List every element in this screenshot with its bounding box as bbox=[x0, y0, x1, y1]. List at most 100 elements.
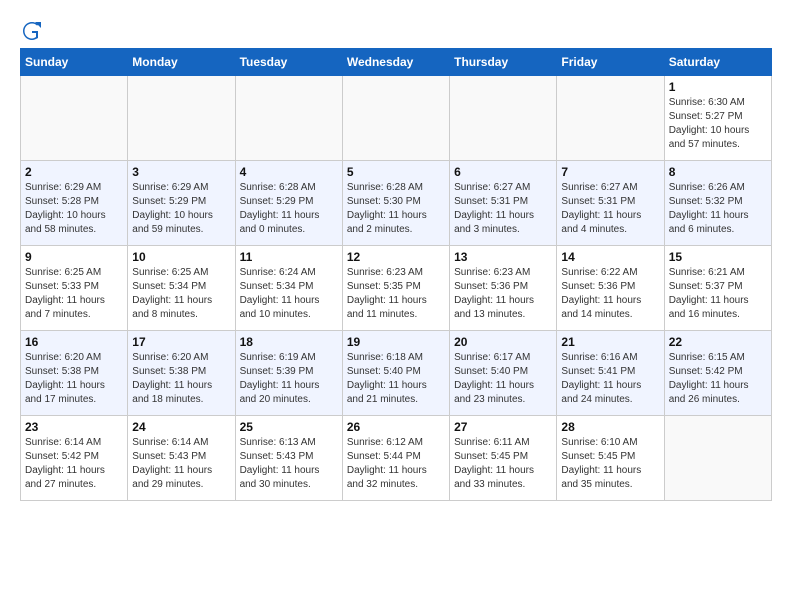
day-info: Sunrise: 6:18 AM Sunset: 5:40 PM Dayligh… bbox=[347, 351, 445, 407]
logo bbox=[20, 20, 44, 38]
calendar-cell: 2 Sunrise: 6:29 AM Sunset: 5:28 PM Daylig… bbox=[21, 161, 128, 246]
day-info: Sunrise: 6:14 AM Sunset: 5:42 PM Dayligh… bbox=[25, 436, 123, 492]
calendar-week-row: 9 Sunrise: 6:25 AM Sunset: 5:33 PM Daylig… bbox=[21, 246, 772, 331]
calendar-cell: 20 Sunrise: 6:17 AM Sunset: 5:40 PM Dayli… bbox=[450, 331, 557, 416]
calendar-cell: 23 Sunrise: 6:14 AM Sunset: 5:42 PM Dayli… bbox=[21, 416, 128, 501]
day-number: 14 bbox=[561, 250, 659, 264]
day-info: Sunrise: 6:14 AM Sunset: 5:43 PM Dayligh… bbox=[132, 436, 230, 492]
day-info: Sunrise: 6:24 AM Sunset: 5:34 PM Dayligh… bbox=[240, 266, 338, 322]
calendar-week-row: 16 Sunrise: 6:20 AM Sunset: 5:38 PM Dayli… bbox=[21, 331, 772, 416]
calendar-week-row: 2 Sunrise: 6:29 AM Sunset: 5:28 PM Daylig… bbox=[21, 161, 772, 246]
day-info: Sunrise: 6:28 AM Sunset: 5:29 PM Dayligh… bbox=[240, 181, 338, 237]
day-info: Sunrise: 6:30 AM Sunset: 5:27 PM Dayligh… bbox=[669, 96, 767, 152]
calendar-cell: 10 Sunrise: 6:25 AM Sunset: 5:34 PM Dayli… bbox=[128, 246, 235, 331]
calendar-cell: 26 Sunrise: 6:12 AM Sunset: 5:44 PM Dayli… bbox=[342, 416, 449, 501]
calendar-cell: 18Sunrise: 6:19 AM Sunset: 5:39 PM Dayli… bbox=[235, 331, 342, 416]
calendar-cell: 11 Sunrise: 6:24 AM Sunset: 5:34 PM Dayli… bbox=[235, 246, 342, 331]
calendar-week-row: 23 Sunrise: 6:14 AM Sunset: 5:42 PM Dayli… bbox=[21, 416, 772, 501]
calendar-cell: 9 Sunrise: 6:25 AM Sunset: 5:33 PM Daylig… bbox=[21, 246, 128, 331]
calendar-cell: 13 Sunrise: 6:23 AM Sunset: 5:36 PM Dayli… bbox=[450, 246, 557, 331]
day-number: 20 bbox=[454, 335, 552, 349]
calendar-cell bbox=[128, 76, 235, 161]
day-number: 3 bbox=[132, 165, 230, 179]
day-number: 23 bbox=[25, 420, 123, 434]
calendar-cell: 7 Sunrise: 6:27 AM Sunset: 5:31 PM Daylig… bbox=[557, 161, 664, 246]
calendar-cell: 8 Sunrise: 6:26 AM Sunset: 5:32 PM Daylig… bbox=[664, 161, 771, 246]
weekday-header-sunday: Sunday bbox=[21, 49, 128, 76]
calendar-table: SundayMondayTuesdayWednesdayThursdayFrid… bbox=[20, 48, 772, 501]
calendar-cell bbox=[557, 76, 664, 161]
calendar-cell: 21 Sunrise: 6:16 AM Sunset: 5:41 PM Dayli… bbox=[557, 331, 664, 416]
day-info: Sunrise: 6:20 AM Sunset: 5:38 PM Dayligh… bbox=[132, 351, 230, 407]
calendar-cell: 6 Sunrise: 6:27 AM Sunset: 5:31 PM Daylig… bbox=[450, 161, 557, 246]
day-info: Sunrise: 6:13 AM Sunset: 5:43 PM Dayligh… bbox=[240, 436, 338, 492]
day-info: Sunrise: 6:29 AM Sunset: 5:29 PM Dayligh… bbox=[132, 181, 230, 237]
weekday-header-thursday: Thursday bbox=[450, 49, 557, 76]
day-info: Sunrise: 6:20 AM Sunset: 5:38 PM Dayligh… bbox=[25, 351, 123, 407]
weekday-header-tuesday: Tuesday bbox=[235, 49, 342, 76]
day-number: 15 bbox=[669, 250, 767, 264]
day-number: 12 bbox=[347, 250, 445, 264]
day-number: 19 bbox=[347, 335, 445, 349]
day-info: Sunrise: 6:25 AM Sunset: 5:33 PM Dayligh… bbox=[25, 266, 123, 322]
calendar-cell: 3 Sunrise: 6:29 AM Sunset: 5:29 PM Daylig… bbox=[128, 161, 235, 246]
day-number: 9 bbox=[25, 250, 123, 264]
calendar-cell: 4 Sunrise: 6:28 AM Sunset: 5:29 PM Daylig… bbox=[235, 161, 342, 246]
day-number: 11 bbox=[240, 250, 338, 264]
calendar-cell: 22 Sunrise: 6:15 AM Sunset: 5:42 PM Dayli… bbox=[664, 331, 771, 416]
weekday-header-saturday: Saturday bbox=[664, 49, 771, 76]
day-number: 6 bbox=[454, 165, 552, 179]
day-info: Sunrise: 6:23 AM Sunset: 5:35 PM Dayligh… bbox=[347, 266, 445, 322]
calendar-cell: 14Sunrise: 6:22 AM Sunset: 5:36 PM Dayli… bbox=[557, 246, 664, 331]
day-number: 17 bbox=[132, 335, 230, 349]
day-number: 26 bbox=[347, 420, 445, 434]
calendar-cell bbox=[342, 76, 449, 161]
calendar-cell: 16 Sunrise: 6:20 AM Sunset: 5:38 PM Dayli… bbox=[21, 331, 128, 416]
day-info: Sunrise: 6:25 AM Sunset: 5:34 PM Dayligh… bbox=[132, 266, 230, 322]
weekday-header-monday: Monday bbox=[128, 49, 235, 76]
calendar-cell: 24Sunrise: 6:14 AM Sunset: 5:43 PM Dayli… bbox=[128, 416, 235, 501]
weekday-header-wednesday: Wednesday bbox=[342, 49, 449, 76]
calendar-cell bbox=[664, 416, 771, 501]
calendar-cell bbox=[450, 76, 557, 161]
day-info: Sunrise: 6:11 AM Sunset: 5:45 PM Dayligh… bbox=[454, 436, 552, 492]
calendar-cell: 12 Sunrise: 6:23 AM Sunset: 5:35 PM Dayli… bbox=[342, 246, 449, 331]
day-info: Sunrise: 6:27 AM Sunset: 5:31 PM Dayligh… bbox=[561, 181, 659, 237]
day-number: 10 bbox=[132, 250, 230, 264]
day-number: 2 bbox=[25, 165, 123, 179]
day-info: Sunrise: 6:17 AM Sunset: 5:40 PM Dayligh… bbox=[454, 351, 552, 407]
calendar-cell: 5 Sunrise: 6:28 AM Sunset: 5:30 PM Daylig… bbox=[342, 161, 449, 246]
day-number: 18 bbox=[240, 335, 338, 349]
day-number: 16 bbox=[25, 335, 123, 349]
day-number: 8 bbox=[669, 165, 767, 179]
day-info: Sunrise: 6:15 AM Sunset: 5:42 PM Dayligh… bbox=[669, 351, 767, 407]
day-number: 22 bbox=[669, 335, 767, 349]
calendar-cell: 28 Sunrise: 6:10 AM Sunset: 5:45 PM Dayli… bbox=[557, 416, 664, 501]
day-number: 13 bbox=[454, 250, 552, 264]
day-number: 27 bbox=[454, 420, 552, 434]
logo-icon bbox=[21, 20, 43, 42]
calendar-cell bbox=[235, 76, 342, 161]
day-info: Sunrise: 6:26 AM Sunset: 5:32 PM Dayligh… bbox=[669, 181, 767, 237]
header bbox=[20, 20, 772, 38]
day-info: Sunrise: 6:27 AM Sunset: 5:31 PM Dayligh… bbox=[454, 181, 552, 237]
calendar-week-row: 1Sunrise: 6:30 AM Sunset: 5:27 PM Daylig… bbox=[21, 76, 772, 161]
day-number: 7 bbox=[561, 165, 659, 179]
calendar-header-row: SundayMondayTuesdayWednesdayThursdayFrid… bbox=[21, 49, 772, 76]
day-number: 21 bbox=[561, 335, 659, 349]
calendar-cell: 15Sunrise: 6:21 AM Sunset: 5:37 PM Dayli… bbox=[664, 246, 771, 331]
day-number: 28 bbox=[561, 420, 659, 434]
day-info: Sunrise: 6:29 AM Sunset: 5:28 PM Dayligh… bbox=[25, 181, 123, 237]
day-info: Sunrise: 6:12 AM Sunset: 5:44 PM Dayligh… bbox=[347, 436, 445, 492]
day-number: 4 bbox=[240, 165, 338, 179]
calendar-cell bbox=[21, 76, 128, 161]
day-info: Sunrise: 6:16 AM Sunset: 5:41 PM Dayligh… bbox=[561, 351, 659, 407]
day-info: Sunrise: 6:10 AM Sunset: 5:45 PM Dayligh… bbox=[561, 436, 659, 492]
day-info: Sunrise: 6:23 AM Sunset: 5:36 PM Dayligh… bbox=[454, 266, 552, 322]
calendar-cell: 17 Sunrise: 6:20 AM Sunset: 5:38 PM Dayli… bbox=[128, 331, 235, 416]
calendar-cell: 1Sunrise: 6:30 AM Sunset: 5:27 PM Daylig… bbox=[664, 76, 771, 161]
day-number: 5 bbox=[347, 165, 445, 179]
day-info: Sunrise: 6:28 AM Sunset: 5:30 PM Dayligh… bbox=[347, 181, 445, 237]
calendar-cell: 27 Sunrise: 6:11 AM Sunset: 5:45 PM Dayli… bbox=[450, 416, 557, 501]
day-number: 25 bbox=[240, 420, 338, 434]
